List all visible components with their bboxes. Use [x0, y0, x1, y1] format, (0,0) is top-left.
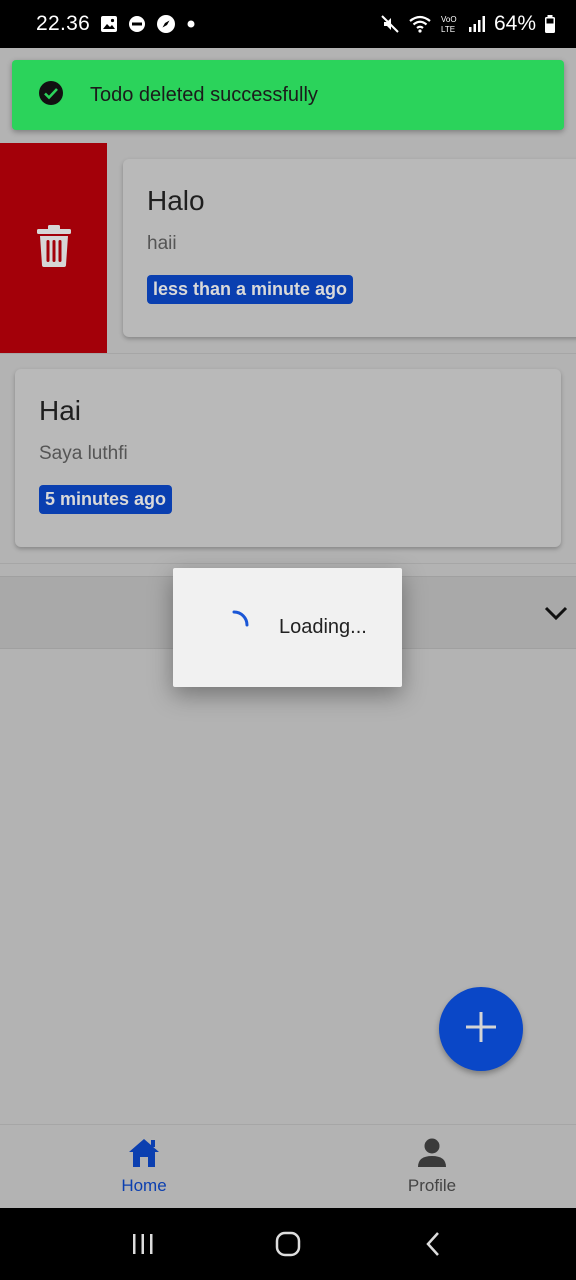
battery-icon [544, 14, 556, 34]
battery-percent: 64% [493, 12, 536, 35]
loading-text: Loading... [279, 616, 367, 638]
delete-swipe-background[interactable] [0, 143, 107, 353]
todo-time-badge: 5 minutes ago [39, 485, 173, 514]
nav-item-profile[interactable]: Profile [288, 1125, 576, 1208]
todo-time-badge: less than a minute ago [147, 275, 354, 304]
todo-title: Hai [39, 395, 82, 426]
dnd-icon [128, 15, 146, 33]
svg-text:VoO: VoO [441, 15, 457, 24]
home-icon [127, 1137, 161, 1174]
check-circle-icon [38, 80, 64, 111]
todo-description: haii [147, 233, 177, 254]
nav-item-home[interactable]: Home [0, 1125, 288, 1208]
todo-card[interactable]: Hai Saya luthfi 5 minutes ago [15, 369, 561, 547]
svg-text:LTE: LTE [441, 25, 455, 34]
nav-label: Home [121, 1176, 167, 1195]
todo-card[interactable]: Halo haii less than a minute ago [123, 159, 576, 337]
status-bar: 22.36 VoO LTE 64% [0, 0, 576, 48]
todo-description: Saya luthfi [39, 443, 128, 464]
chevron-down-icon[interactable] [542, 599, 570, 627]
plus-icon [464, 1010, 498, 1049]
list-divider [0, 353, 576, 354]
mute-icon [380, 14, 400, 34]
todo-title: Halo [147, 185, 205, 216]
back-icon[interactable] [403, 1219, 463, 1269]
nav-label: Profile [407, 1176, 457, 1195]
system-navigation-bar [0, 1208, 576, 1280]
bottom-navigation: Home Profile [0, 1124, 576, 1208]
screen: 22.36 VoO LTE 64% Halo haii less than a … [0, 0, 576, 1280]
loading-dialog: Loading... [173, 568, 402, 687]
success-toast: Todo deleted successfully [12, 60, 564, 130]
trash-icon [36, 224, 72, 273]
list-divider [0, 563, 576, 564]
volte-icon: VoO LTE [440, 13, 460, 35]
compass-icon [156, 14, 176, 34]
status-time: 22.36 [36, 12, 91, 35]
person-icon [416, 1137, 448, 1174]
add-todo-button[interactable] [439, 987, 523, 1071]
wifi-icon [408, 14, 432, 34]
signal-icon [468, 15, 486, 33]
toast-message: Todo deleted successfully [90, 83, 318, 106]
todo-list-screen: Halo haii less than a minute ago Hai Say… [0, 48, 576, 1208]
home-circle-icon[interactable] [258, 1219, 318, 1269]
recents-icon[interactable] [113, 1219, 173, 1269]
dot-icon [186, 19, 196, 29]
gallery-icon [100, 15, 118, 33]
spinner-icon [217, 608, 251, 647]
